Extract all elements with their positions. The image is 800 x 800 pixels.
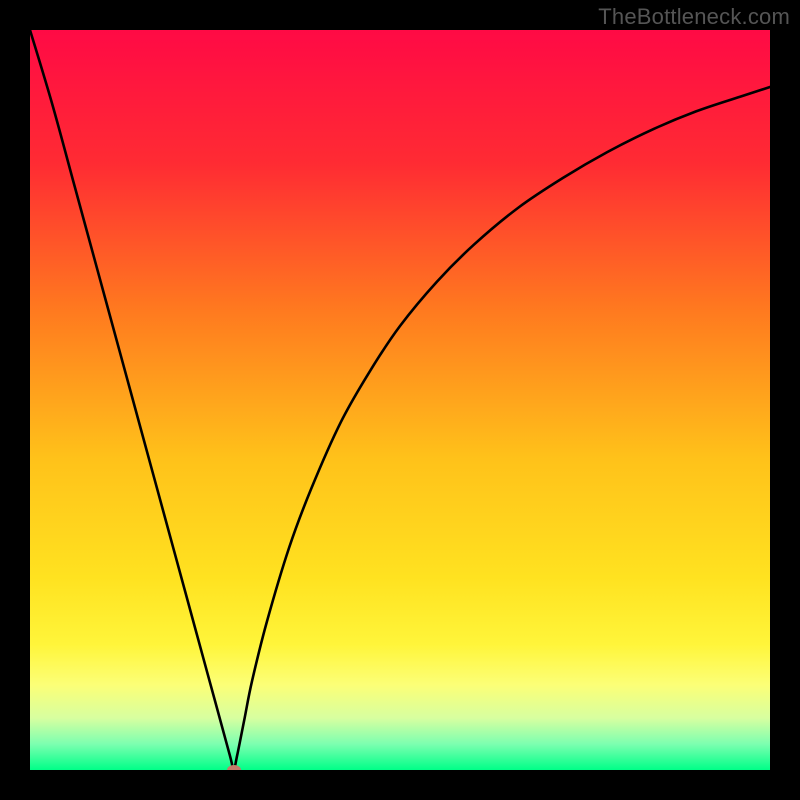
minimum-marker (227, 765, 241, 770)
bottleneck-curve (30, 30, 770, 770)
plot-area (30, 30, 770, 770)
watermark-text: TheBottleneck.com (598, 4, 790, 30)
outer-frame: TheBottleneck.com (0, 0, 800, 800)
curve-layer (30, 30, 770, 770)
